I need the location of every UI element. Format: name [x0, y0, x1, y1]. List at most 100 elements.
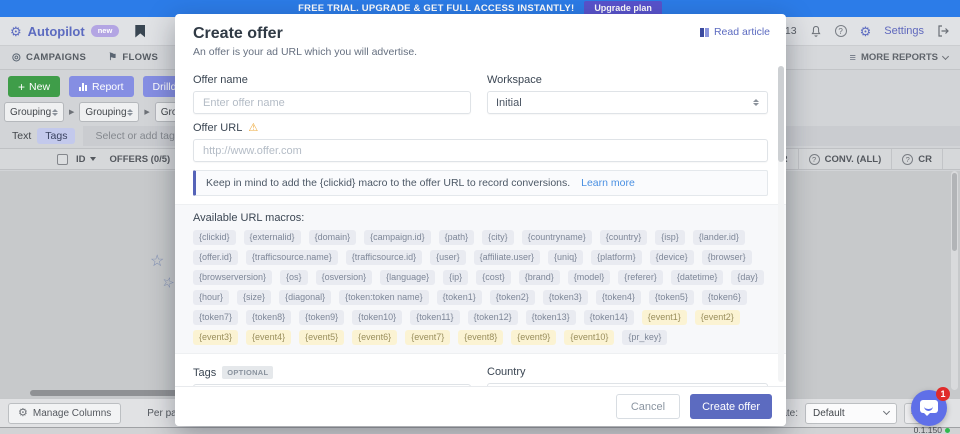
bookmark-icon[interactable] — [135, 25, 145, 38]
macro-chip[interactable]: {trafficsource.name} — [246, 250, 338, 265]
country-select[interactable]: Global(GLB) — [487, 383, 768, 386]
tags-input[interactable] — [193, 384, 471, 386]
macro-chip[interactable]: {token10} — [352, 310, 402, 325]
help-circle-icon[interactable]: ? — [902, 154, 913, 165]
macro-chip[interactable]: {browser} — [702, 250, 752, 265]
macro-chip[interactable]: {isp} — [655, 230, 685, 245]
tags-label: Tags — [193, 367, 216, 379]
macro-chip[interactable]: {externalid} — [244, 230, 301, 245]
macro-chip[interactable]: {token14} — [584, 310, 634, 325]
settings-gear-icon[interactable]: ⚙ — [860, 25, 872, 38]
logout-icon[interactable] — [937, 25, 950, 37]
column-offers[interactable]: OFFERS (0/5) — [110, 154, 171, 165]
macro-chip[interactable]: {lander.id} — [693, 230, 745, 245]
macro-chip[interactable]: {token13} — [526, 310, 576, 325]
book-icon — [700, 28, 709, 37]
macro-chip[interactable]: {city} — [482, 230, 514, 245]
modal-title: Create offer — [193, 25, 768, 43]
macro-chip[interactable]: {os} — [280, 270, 308, 285]
macro-chip[interactable]: {token6} — [702, 290, 747, 305]
macro-chip[interactable]: {token11} — [410, 310, 459, 325]
macro-chip[interactable]: {event4} — [246, 330, 291, 345]
filter-mode-text[interactable]: Text — [12, 130, 31, 142]
macro-chip[interactable]: {country} — [600, 230, 648, 245]
macro-chip[interactable]: {model} — [568, 270, 611, 285]
offer-name-input[interactable] — [193, 91, 471, 114]
select-all-checkbox[interactable] — [57, 154, 68, 165]
macro-chip[interactable]: {event6} — [352, 330, 397, 345]
brand[interactable]: ⚙ Autopilot new — [10, 24, 145, 39]
bell-icon[interactable] — [810, 25, 822, 38]
modal-scrollbar[interactable] — [778, 66, 784, 382]
macro-chip[interactable]: {uniq} — [548, 250, 583, 265]
create-offer-button[interactable]: Create offer — [690, 394, 772, 419]
macro-chip[interactable]: {referer} — [618, 270, 663, 285]
macro-chip[interactable]: {event7} — [405, 330, 450, 345]
macro-chip[interactable]: {path} — [439, 230, 475, 245]
column-id[interactable]: ID — [76, 154, 96, 165]
macro-chip[interactable]: {device} — [650, 250, 694, 265]
grouping-select-2[interactable]: Grouping — [79, 102, 139, 122]
read-article-link[interactable]: Read article — [700, 26, 770, 38]
manage-columns-button[interactable]: ⚙ Manage Columns — [8, 403, 121, 424]
macro-chip[interactable]: {event8} — [458, 330, 503, 345]
macro-chip[interactable]: {cost} — [476, 270, 511, 285]
macro-chip[interactable]: {token8} — [246, 310, 291, 325]
cancel-button[interactable]: Cancel — [616, 394, 680, 419]
macro-chip[interactable]: {event10} — [564, 330, 614, 345]
macro-chip[interactable]: {domain} — [309, 230, 357, 245]
macro-chip[interactable]: {token1} — [437, 290, 482, 305]
workspace-select[interactable]: Initial — [487, 91, 768, 114]
macro-chip[interactable]: {event5} — [299, 330, 344, 345]
macro-chip[interactable]: {trafficsource.id} — [346, 250, 422, 265]
learn-more-link[interactable]: Learn more — [581, 177, 635, 189]
macro-chip[interactable]: {event2} — [695, 310, 740, 325]
macro-chip[interactable]: {ip} — [443, 270, 468, 285]
macro-chip[interactable]: {hour} — [193, 290, 229, 305]
macro-chip[interactable]: {brand} — [519, 270, 560, 285]
macro-chip[interactable]: {countryname} — [522, 230, 592, 245]
settings-link[interactable]: Settings — [884, 25, 924, 37]
vertical-scrollbar[interactable] — [951, 171, 958, 390]
tab-flows[interactable]: ⚑ FLOWS — [108, 46, 158, 70]
macro-chip[interactable]: {campaign.id} — [364, 230, 431, 245]
macro-chip[interactable]: {day} — [731, 270, 764, 285]
new-offer-button[interactable]: + New — [8, 76, 60, 97]
workspace-label: Workspace — [487, 74, 768, 86]
macro-chip[interactable]: {token7} — [193, 310, 238, 325]
tab-campaigns[interactable]: ◎ CAMPAIGNS — [12, 46, 86, 70]
macro-chip[interactable]: {token2} — [490, 290, 535, 305]
macro-chip[interactable]: {pr_key} — [622, 330, 667, 345]
filter-mode-tags[interactable]: Tags — [37, 128, 75, 144]
report-button[interactable]: Report — [69, 76, 134, 97]
help-icon[interactable]: ? — [835, 25, 847, 37]
column-cr[interactable]: ? CR — [891, 149, 942, 169]
macro-chip[interactable]: {offer.id} — [193, 250, 238, 265]
more-reports-menu[interactable]: ≡ MORE REPORTS — [850, 52, 948, 64]
offer-url-input[interactable] — [193, 139, 768, 162]
grouping-select-1[interactable]: Grouping — [4, 102, 64, 122]
macro-chip[interactable]: {diagonal} — [279, 290, 331, 305]
macro-chip[interactable]: {browserversion} — [193, 270, 272, 285]
macro-chip[interactable]: {osversion} — [316, 270, 373, 285]
macro-chip[interactable]: {datetime} — [671, 270, 724, 285]
macro-chip[interactable]: {token9} — [299, 310, 344, 325]
macro-chip[interactable]: {token:token name} — [339, 290, 429, 305]
macro-chip[interactable]: {event9} — [511, 330, 556, 345]
help-circle-icon[interactable]: ? — [809, 154, 820, 165]
column-conv[interactable]: ? CONV. (ALL) — [798, 149, 892, 169]
macro-chip[interactable]: {platform} — [591, 250, 642, 265]
macro-chip[interactable]: {token12} — [468, 310, 518, 325]
macro-chip[interactable]: {user} — [430, 250, 466, 265]
macro-chip[interactable]: {affiliate.user} — [474, 250, 540, 265]
macro-chip[interactable]: {token4} — [596, 290, 641, 305]
macro-chip[interactable]: {token5} — [649, 290, 694, 305]
template-select[interactable]: Default — [805, 403, 897, 424]
chat-widget-button[interactable]: 1 — [911, 390, 947, 426]
macro-chip[interactable]: {clickid} — [193, 230, 236, 245]
macro-chip[interactable]: {token3} — [543, 290, 588, 305]
macro-chip[interactable]: {language} — [380, 270, 435, 285]
macro-chip[interactable]: {event3} — [193, 330, 238, 345]
macro-chip[interactable]: {event1} — [642, 310, 687, 325]
macro-chip[interactable]: {size} — [237, 290, 271, 305]
